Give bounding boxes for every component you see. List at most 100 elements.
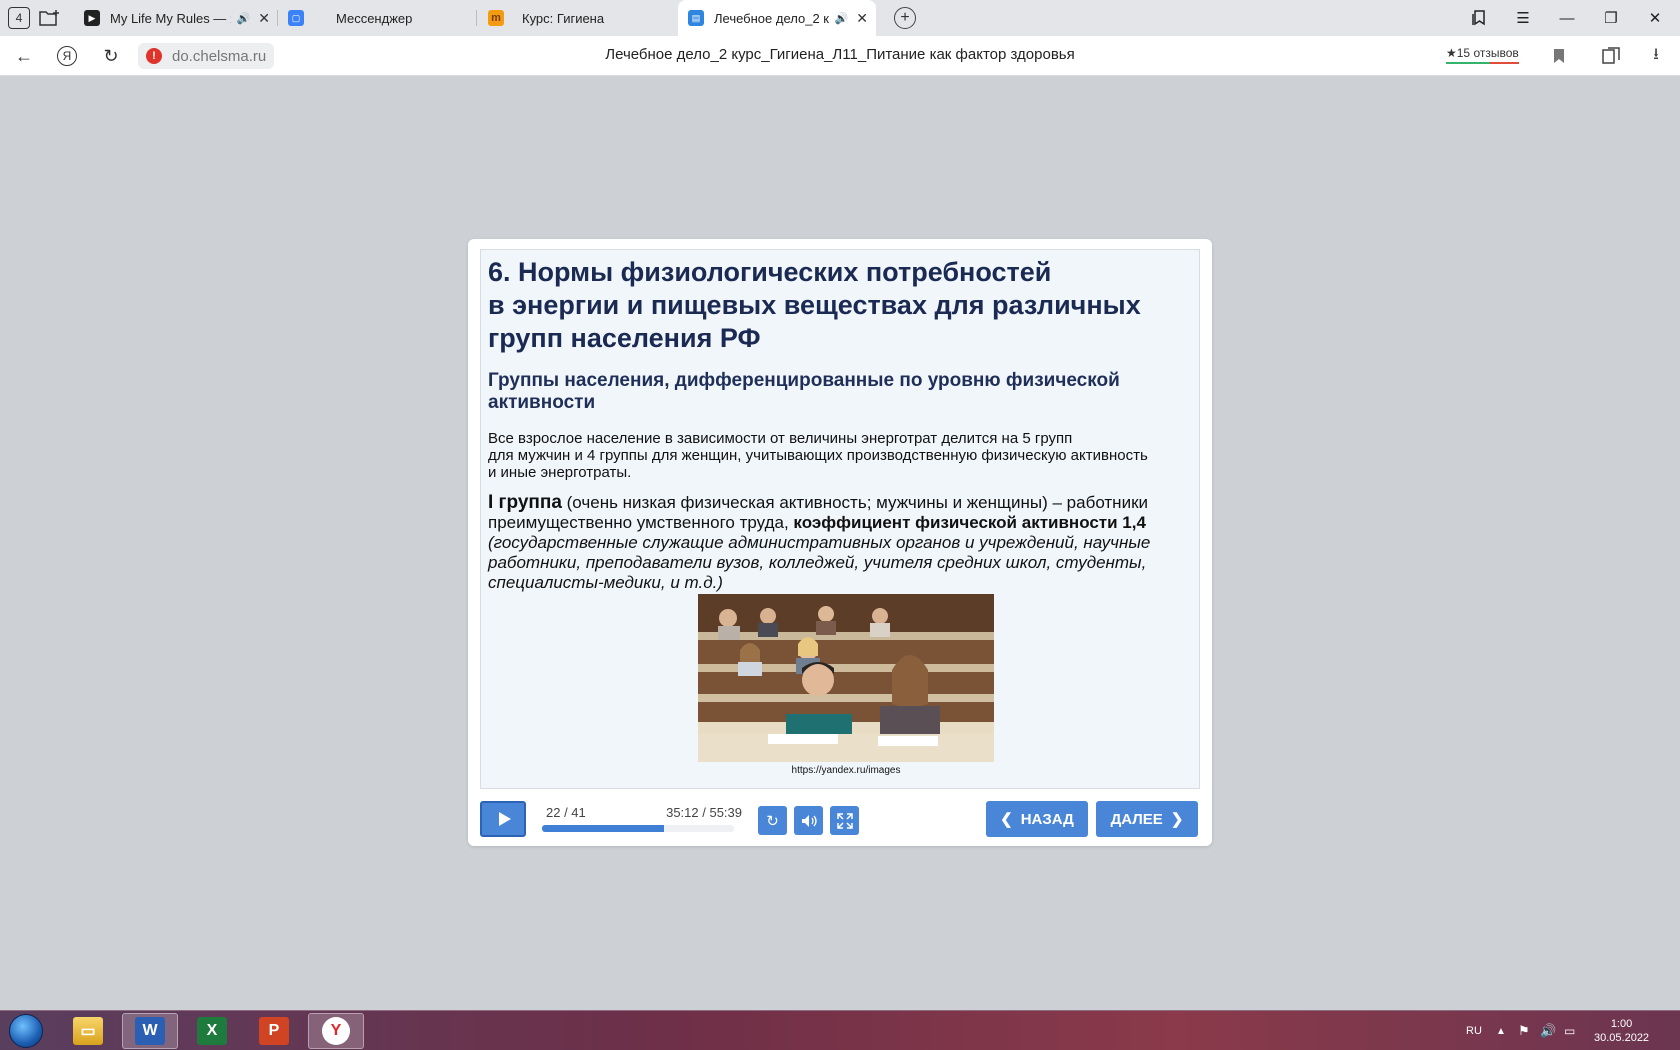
image-source-caption: https://yandex.ru/images (791, 765, 901, 776)
back-arrow-icon[interactable]: ← (12, 44, 36, 68)
network-icon[interactable]: ▭ (1564, 1011, 1575, 1050)
clock-time: 1:00 (1610, 1018, 1633, 1030)
reader-mode-icon[interactable] (1600, 44, 1624, 68)
activity-coefficient: коэффициент физической активности 1,4 (793, 513, 1146, 532)
menu-icon[interactable]: ☰ (1510, 6, 1536, 30)
download-icon[interactable]: ⭳ (1644, 44, 1668, 68)
taskbar-explorer[interactable]: ▭ (60, 1013, 116, 1049)
clock-date: 30.05.2022 (1594, 1032, 1650, 1044)
volume-icon (801, 814, 817, 827)
reload-icon[interactable]: ↻ (99, 44, 123, 68)
next-button[interactable]: ДАЛЕЕ ❯ (1096, 801, 1198, 837)
next-button-label: ДАЛЕЕ (1110, 810, 1163, 828)
group-examples: (государственные служащие административн… (488, 533, 1151, 592)
taskbar-yandex[interactable]: Y (308, 1013, 364, 1049)
taskbar-powerpoint[interactable]: P (246, 1013, 302, 1049)
tab-course[interactable]: m Курс: Гигиена (488, 0, 668, 36)
volume-button[interactable] (794, 806, 823, 835)
taskbar-word[interactable]: W (122, 1013, 178, 1049)
minimize-icon[interactable]: — (1554, 6, 1580, 30)
slide-intro: Все взрослое население в зависимости от … (488, 430, 1198, 481)
folder-plus-icon (39, 10, 59, 26)
excel-icon: X (197, 1017, 227, 1045)
progress-bar[interactable] (542, 825, 734, 832)
address-bar: ← Я ↻ ! do.chelsma.ru Лечебное дело_2 ку… (0, 36, 1680, 76)
windows-logo-icon (9, 1014, 43, 1048)
students-photo (698, 594, 994, 762)
tab-separator (277, 10, 278, 26)
action-center-flag-icon[interactable]: ⚑ (1518, 1011, 1530, 1050)
tab-active-lecture[interactable]: ▤ Лечебное дело_2 курс 🔊 ✕ (678, 0, 876, 36)
url-field[interactable]: ! do.chelsma.ru (138, 43, 275, 69)
powerpoint-icon: P (259, 1017, 289, 1045)
slide-heading-line: в энергии и пищевых веществах для различ… (488, 290, 1141, 320)
page-title: Лечебное дело_2 курс_Гигиена_Л11_Питание… (605, 46, 1075, 63)
tab-title: Лечебное дело_2 курс (714, 10, 829, 26)
insecure-warning-icon[interactable]: ! (146, 48, 162, 64)
fullscreen-button[interactable] (830, 806, 859, 835)
bookmark-icon[interactable] (1547, 44, 1571, 68)
replay-button[interactable]: ↻ (758, 806, 787, 835)
restore-icon[interactable]: ❐ (1598, 6, 1624, 30)
replay-icon: ↻ (766, 812, 779, 830)
tab-separator (476, 10, 477, 26)
slide-heading: 6. Нормы физиологических потребностей в … (488, 256, 1188, 355)
close-window-icon[interactable]: ✕ (1642, 6, 1668, 30)
bookmark-flag-icon (1554, 49, 1564, 63)
play-icon (498, 812, 511, 826)
explorer-icon: ▭ (73, 1017, 103, 1045)
yandex-logo-icon[interactable]: Я (57, 46, 77, 66)
word-icon: W (135, 1017, 165, 1045)
close-tab-icon[interactable]: ✕ (258, 10, 270, 27)
tab-title: My Life My Rules — Я (110, 10, 231, 26)
slide-intro-line: и иные энерготраты. (488, 464, 632, 481)
expand-icon (836, 812, 853, 829)
volume-tray-icon[interactable]: 🔊 (1540, 1011, 1556, 1050)
collections-icon[interactable] (1466, 6, 1492, 30)
tab-music[interactable]: ▶ My Life My Rules — Я 🔊 ✕ (84, 0, 270, 36)
play-button[interactable] (480, 801, 526, 837)
clock[interactable]: 1:00 30.05.2022 (1594, 1011, 1649, 1050)
yandex-browser-icon: Y (322, 1017, 350, 1045)
bookmark-stack-icon (1472, 10, 1485, 26)
tab-title: Мессенджер (336, 10, 413, 26)
chevron-right-icon: ❯ (1170, 811, 1184, 828)
moodle-favicon-icon: m (488, 10, 504, 26)
chat-favicon-icon: ▢ (288, 10, 304, 26)
back-button[interactable]: ❮ НАЗАД (986, 801, 1088, 837)
slide-heading-line: 6. Нормы физиологических потребностей (488, 257, 1052, 287)
show-hidden-icons-icon[interactable]: ▲ (1496, 1011, 1506, 1050)
new-tab-button[interactable]: + (894, 7, 916, 29)
play-favicon-icon: ▶ (84, 10, 100, 26)
reviews-link[interactable]: ★15 отзывов (1446, 46, 1519, 64)
language-indicator[interactable]: RU (1466, 1011, 1482, 1050)
tab-messenger[interactable]: ▢ Мессенджер (288, 0, 468, 36)
tab-title: Курс: Гигиена (522, 10, 605, 26)
book-icon (1602, 47, 1620, 64)
presentation-player: 6. Нормы физиологических потребностей в … (468, 239, 1212, 846)
speaker-icon[interactable]: 🔊 (835, 12, 849, 25)
group-description: I группа (очень низкая физическая активн… (488, 493, 1198, 593)
document-favicon-icon: ▤ (688, 10, 704, 26)
slide-intro-line: для мужчин и 4 группы для женщин, учитыв… (488, 447, 1148, 464)
slide-canvas: 6. Нормы физиологических потребностей в … (480, 249, 1200, 789)
close-tab-icon[interactable]: ✕ (856, 10, 868, 27)
taskbar-excel[interactable]: X (184, 1013, 240, 1049)
speaker-icon[interactable]: 🔊 (237, 12, 251, 25)
taskbar: ▭ W X P Y RU ▲ ⚑ 🔊 ▭ 1:00 30.05.2022 (0, 1010, 1680, 1050)
tab-counter-button[interactable]: 4 (8, 7, 30, 29)
new-tab-group-icon[interactable] (38, 6, 62, 30)
progress-fill (542, 825, 664, 832)
group-label: I группа (488, 492, 562, 513)
lecture-hall-image (698, 594, 994, 762)
slide-heading-line: групп населения РФ (488, 323, 761, 353)
chevron-left-icon: ❮ (1000, 811, 1013, 828)
slide-intro-line: Все взрослое население в зависимости от … (488, 430, 1073, 447)
slide-subheading: Группы населения, дифференцированные по … (488, 370, 1120, 413)
slide-counter: 22 / 41 (546, 805, 586, 820)
time-counter: 35:12 / 55:39 (666, 805, 742, 820)
url-text: do.chelsma.ru (172, 47, 267, 65)
tab-strip: 4 ▶ My Life My Rules — Я 🔊 ✕ ▢ Мессендже… (0, 0, 1680, 36)
back-button-label: НАЗАД (1020, 810, 1074, 828)
start-button[interactable] (6, 1013, 46, 1049)
